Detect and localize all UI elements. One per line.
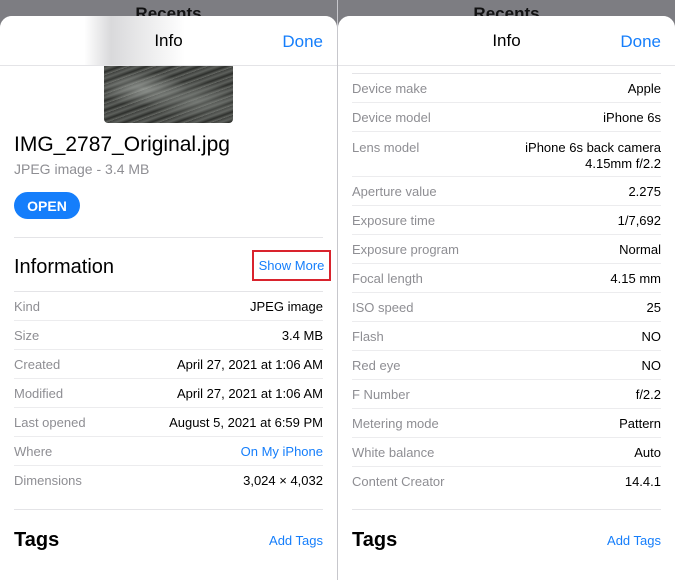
- row-value: NO: [641, 328, 662, 344]
- row-value: 3.4 MB: [281, 327, 323, 343]
- row-label: Size: [14, 327, 40, 343]
- info-row-created: Created April 27, 2021 at 1:06 AM: [14, 350, 323, 379]
- done-button[interactable]: Done: [620, 32, 661, 52]
- divider: [352, 509, 661, 510]
- row-value: 25: [646, 299, 661, 315]
- file-name: IMG_2787_Original.jpg: [14, 133, 230, 156]
- row-value: 4.15 mm: [610, 270, 661, 286]
- row-label: Created: [14, 356, 61, 372]
- meta-row-device-make: Device make Apple: [352, 74, 661, 103]
- info-row-where: Where On My iPhone: [14, 437, 323, 466]
- row-label: Device model: [352, 109, 431, 125]
- row-value: 1/7,692: [617, 212, 661, 228]
- row-label: Aperture value: [352, 183, 437, 199]
- open-button[interactable]: OPEN: [14, 192, 80, 219]
- add-tags-button[interactable]: Add Tags: [269, 533, 323, 548]
- row-label: Exposure program: [352, 241, 459, 257]
- meta-row-exposure-program: Exposure program Normal: [352, 235, 661, 264]
- row-value: 3,024 × 4,032: [243, 473, 323, 488]
- meta-row-iso: ISO speed 25: [352, 293, 661, 322]
- meta-row-focal-length: Focal length 4.15 mm: [352, 264, 661, 293]
- meta-row-exposure-time: Exposure time 1/7,692: [352, 206, 661, 235]
- nav-title: Info: [492, 30, 521, 50]
- row-value: JPEG image: [250, 298, 323, 314]
- row-label: Red eye: [352, 357, 401, 373]
- row-label: Where: [14, 443, 53, 459]
- done-button[interactable]: Done: [282, 32, 323, 52]
- row-value: NO: [641, 357, 662, 373]
- row-label: Modified: [14, 385, 64, 401]
- meta-row-content-creator: Content Creator 14.4.1: [352, 467, 661, 496]
- file-type-size: JPEG image - 3.4 MB: [14, 161, 150, 177]
- meta-row-lens-model: Lens model iPhone 6s back camera 4.15mm …: [352, 132, 661, 177]
- divider: [14, 237, 323, 238]
- meta-row-device-model: Device model iPhone 6s: [352, 103, 661, 132]
- meta-row-white-balance: White balance Auto: [352, 438, 661, 467]
- info-row-dimensions: Dimensions 3,024 × 4,032: [14, 466, 323, 495]
- row-value: 2.275: [628, 183, 661, 199]
- row-label: ISO speed: [352, 299, 414, 315]
- nav-title: Info: [154, 30, 183, 50]
- right-screen: Recents Info Done Device make Apple Devi…: [338, 0, 675, 580]
- row-value: Auto: [634, 444, 661, 460]
- row-value: Apple: [627, 80, 661, 96]
- where-location-link[interactable]: On My iPhone: [241, 444, 323, 459]
- row-value: Normal: [619, 241, 661, 257]
- divider: [14, 509, 323, 510]
- info-sheet-expanded: Info Done Device make Apple Device model…: [338, 16, 675, 580]
- row-value: April 27, 2021 at 1:06 AM: [177, 356, 323, 372]
- row-label: Focal length: [352, 270, 423, 286]
- row-value: iPhone 6s back camera 4.15mm f/2.2: [525, 140, 661, 171]
- row-label: Metering mode: [352, 415, 439, 431]
- row-label: Flash: [352, 328, 384, 344]
- info-row-last-opened: Last opened August 5, 2021 at 6:59 PM: [14, 408, 323, 437]
- row-value: August 5, 2021 at 6:59 PM: [169, 414, 323, 430]
- meta-row-f-number: F Number f/2.2: [352, 380, 661, 409]
- row-label: White balance: [352, 444, 435, 460]
- row-label: Lens model: [352, 140, 420, 155]
- row-value: f/2.2: [635, 386, 661, 402]
- row-label: Last opened: [14, 414, 86, 430]
- left-screen: Recents Info Done IMG_2787_Original.jpg …: [0, 0, 337, 580]
- image-thumbnail[interactable]: [104, 66, 233, 123]
- info-sheet: Info Done IMG_2787_Original.jpg JPEG ima…: [0, 16, 337, 580]
- nav-bar: Info Done: [338, 16, 675, 66]
- row-value: iPhone 6s: [603, 109, 661, 125]
- information-heading: Information: [14, 256, 115, 278]
- tags-heading: Tags: [352, 529, 398, 551]
- row-label: F Number: [352, 386, 410, 402]
- row-label: Device make: [352, 80, 428, 96]
- tags-heading: Tags: [14, 529, 60, 551]
- info-row-kind: Kind JPEG image: [14, 292, 323, 321]
- show-more-button[interactable]: Show More: [252, 250, 331, 281]
- add-tags-button[interactable]: Add Tags: [607, 533, 661, 548]
- row-value: April 27, 2021 at 1:06 AM: [177, 385, 323, 401]
- row-value: Pattern: [619, 415, 661, 431]
- info-row-modified: Modified April 27, 2021 at 1:06 AM: [14, 379, 323, 408]
- row-label: Content Creator: [352, 474, 445, 489]
- row-label: Kind: [14, 298, 41, 314]
- info-row-size: Size 3.4 MB: [14, 321, 323, 350]
- meta-row-metering-mode: Metering mode Pattern: [352, 409, 661, 438]
- row-value: 14.4.1: [624, 474, 661, 489]
- meta-row-red-eye: Red eye NO: [352, 351, 661, 380]
- meta-row-flash: Flash NO: [352, 322, 661, 351]
- row-label: Exposure time: [352, 212, 436, 228]
- meta-row-aperture: Aperture value 2.275: [352, 177, 661, 206]
- nav-bar: Info Done: [0, 16, 337, 66]
- row-label: Dimensions: [14, 473, 82, 488]
